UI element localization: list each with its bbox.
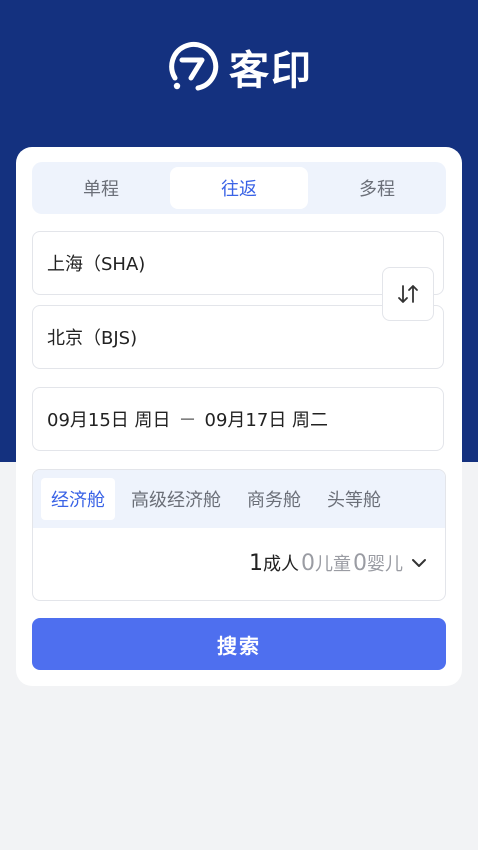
tab-round-trip[interactable]: 往返: [170, 167, 308, 209]
brand-name: 客印: [229, 48, 313, 94]
brand: 客印: [0, 38, 478, 96]
passenger-selector[interactable]: 1 成人 0 儿童 0 婴儿: [249, 550, 427, 576]
tab-first-class[interactable]: 头等舱: [317, 478, 391, 520]
child-label: 儿童: [315, 554, 351, 575]
search-button[interactable]: 搜索: [32, 618, 446, 670]
tab-multi-city[interactable]: 多程: [308, 162, 446, 214]
departure-city-value: 上海（SHA): [47, 254, 146, 275]
adult-count: 1: [249, 550, 263, 576]
date-separator: －: [178, 410, 197, 431]
child-count: 0: [301, 550, 315, 576]
tab-business[interactable]: 商务舱: [237, 478, 311, 520]
date-range-field[interactable]: 09月15日 周日 － 09月17日 周二: [32, 387, 444, 451]
tab-economy[interactable]: 经济舱: [41, 478, 115, 520]
infant-count: 0: [353, 550, 367, 576]
swap-icon: [398, 285, 418, 303]
arrival-city-value: 北京（BJS): [47, 328, 138, 349]
infant-label: 婴儿: [367, 554, 403, 575]
swap-cities-button[interactable]: [382, 267, 434, 321]
cabin-class-tabs: 经济舱 高级经济舱 商务舱 头等舱: [33, 470, 445, 528]
cabin-passenger-box: 经济舱 高级经济舱 商务舱 头等舱 1 成人 0 儿童 0 婴儿: [32, 469, 446, 601]
return-date: 09月17日 周二: [204, 410, 329, 431]
trip-type-tabs: 单程 往返 多程: [32, 162, 446, 214]
chevron-down-icon: [412, 559, 426, 567]
adult-label: 成人: [263, 554, 299, 575]
tab-premium-economy[interactable]: 高级经济舱: [121, 478, 231, 520]
tab-one-way[interactable]: 单程: [32, 162, 170, 214]
depart-date: 09月15日 周日: [47, 410, 171, 431]
flight-search-card: 单程 往返 多程 上海（SHA) 北京（BJS) 09月15日 周日 － 09月…: [16, 147, 462, 686]
brand-logo-icon: [169, 41, 219, 91]
